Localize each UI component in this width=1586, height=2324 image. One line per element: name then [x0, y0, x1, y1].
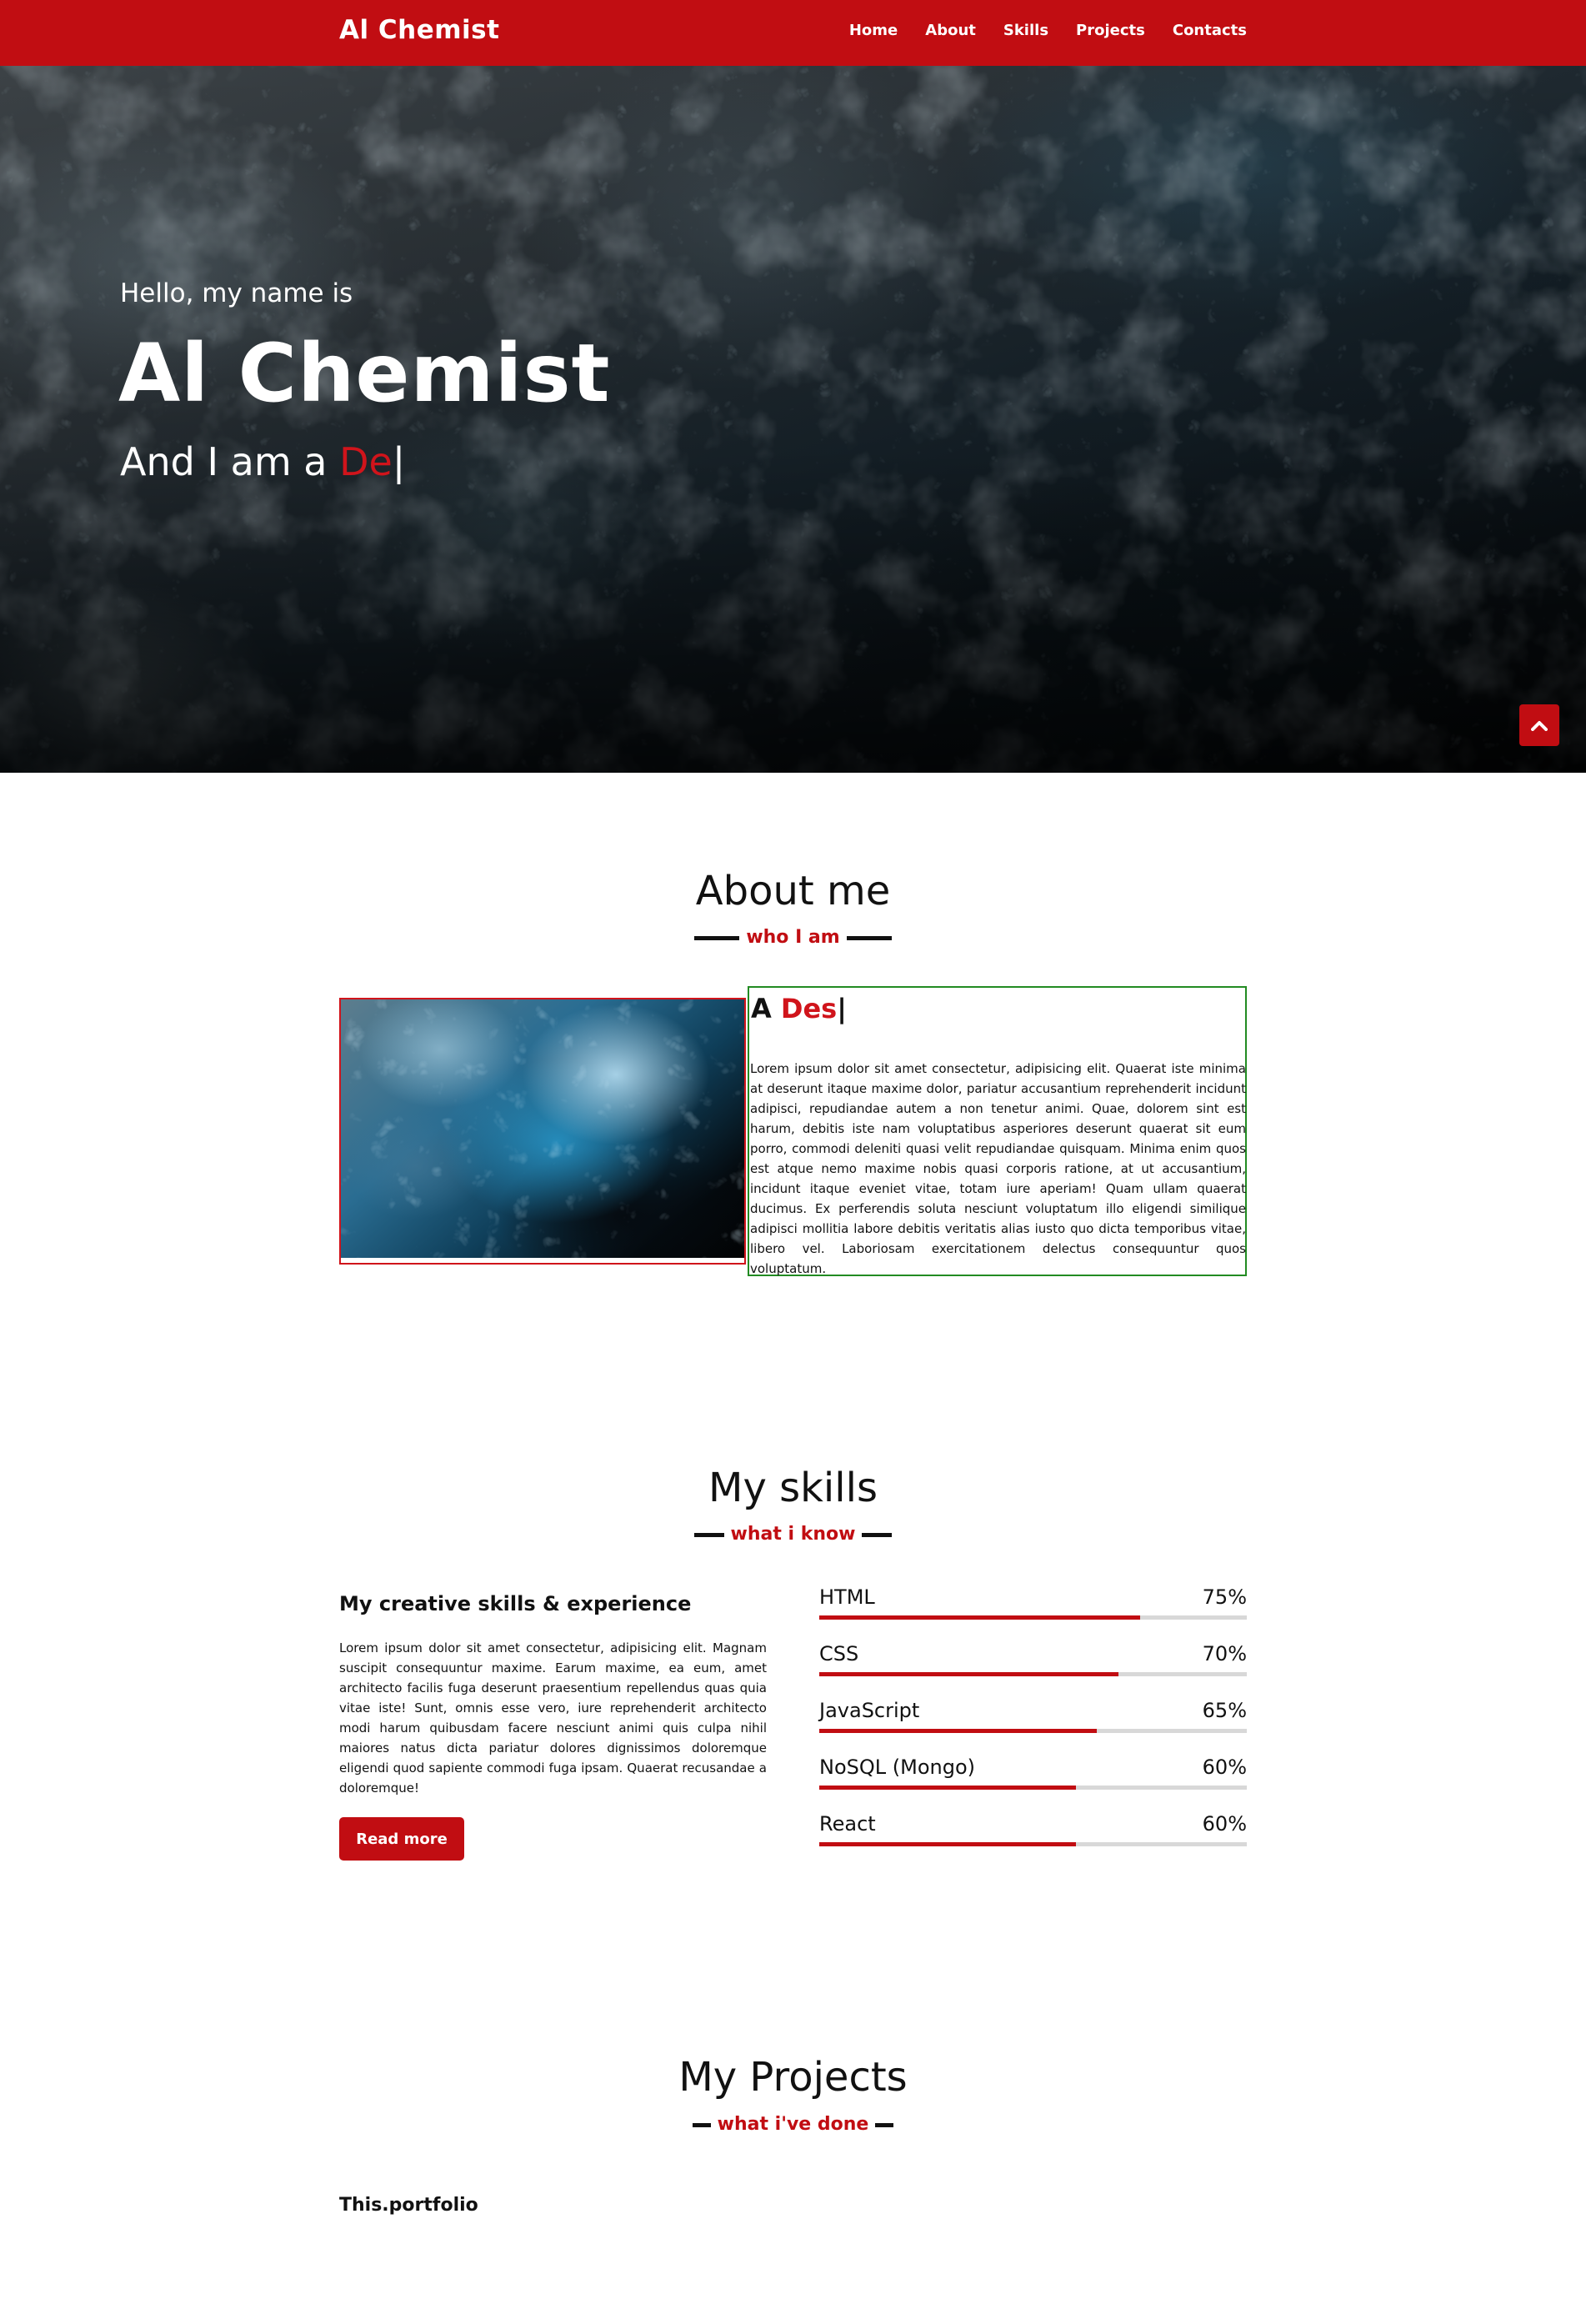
skills-subtitle: what i know: [0, 1524, 1586, 1545]
skill-percent: 60%: [1202, 1756, 1247, 1779]
skills-title: My skills: [708, 1465, 878, 1511]
read-more-button[interactable]: Read more: [339, 1817, 464, 1861]
about-paragraph: Lorem ipsum dolor sit amet consectetur, …: [750, 1061, 1246, 1276]
skill-fill: [819, 1842, 1076, 1846]
skill-track: [819, 1729, 1247, 1733]
project-item-title[interactable]: This.portfolio: [339, 2195, 478, 2216]
skill-fill: [819, 1672, 1119, 1676]
skill-percent: 65%: [1202, 1699, 1247, 1722]
typing-cursor: |: [392, 439, 406, 484]
skill-percent: 60%: [1202, 1812, 1247, 1836]
skill-name: CSS: [819, 1642, 859, 1665]
skill-fill: [819, 1615, 1140, 1620]
about-title: About me: [695, 868, 891, 914]
hero-greeting: Hello, my name is: [120, 278, 353, 308]
nav-item-contacts[interactable]: Contacts: [1173, 22, 1247, 39]
skill-track: [819, 1672, 1247, 1676]
divider-line: [846, 935, 892, 940]
about-heading-typed: Des: [780, 993, 838, 1024]
about-image: [339, 998, 746, 1265]
skill-fill: [819, 1786, 1076, 1790]
about-image-texture: [341, 999, 744, 1258]
skill-track: [819, 1786, 1247, 1790]
nav-item-projects[interactable]: Projects: [1076, 22, 1145, 39]
skill-percent: 70%: [1202, 1642, 1247, 1665]
projects-subtitle: what i've done: [0, 2114, 1586, 2135]
divider-line: [693, 1532, 724, 1537]
hero-role-prefix: And I am a: [120, 439, 340, 484]
divider-line: [862, 1532, 893, 1537]
nav-menu: Home About Skills Projects Contacts: [849, 22, 1247, 39]
skill-name: NoSQL (Mongo): [819, 1756, 976, 1779]
skills-subtitle-text: what i know: [730, 1524, 856, 1545]
hero-name: Al Chemist: [118, 327, 611, 420]
about-heading-prefix: A: [751, 993, 781, 1024]
divider-line: [875, 2122, 894, 2127]
divider-line: [692, 2122, 711, 2127]
skill-percent: 75%: [1202, 1585, 1247, 1609]
skill-name: React: [819, 1812, 876, 1836]
skills-left-title: My creative skills & experience: [339, 1592, 692, 1615]
scroll-top-button[interactable]: [1519, 704, 1559, 746]
about-subtitle-text: who I am: [746, 927, 840, 948]
skill-track: [819, 1615, 1247, 1620]
projects-title: My Projects: [678, 2054, 908, 2101]
skill-name: HTML: [819, 1585, 875, 1609]
hero-section: Hello, my name is Al Chemist And I am a …: [0, 66, 1586, 773]
divider-line: [694, 935, 740, 940]
skill-track: [819, 1842, 1247, 1846]
chevron-up-icon: [1531, 721, 1548, 731]
nav-item-about[interactable]: About: [925, 22, 976, 39]
about-heading: A Des|: [751, 993, 847, 1024]
projects-subtitle-text: what i've done: [717, 2114, 869, 2135]
typing-cursor: |: [837, 993, 847, 1024]
nav-item-home[interactable]: Home: [849, 22, 898, 39]
skills-paragraph: Lorem ipsum dolor sit amet consectetur, …: [339, 1640, 767, 1796]
hero-role-typed: De: [339, 439, 393, 484]
about-subtitle: who I am: [0, 927, 1586, 948]
about-text-box: A Des| Lorem ipsum dolor sit amet consec…: [748, 986, 1247, 1276]
navbar: Al Chemist Home About Skills Projects Co…: [0, 0, 1586, 66]
brand-logo[interactable]: Al Chemist: [339, 15, 499, 45]
nav-item-skills[interactable]: Skills: [1003, 22, 1048, 39]
hero-role: And I am a De|: [120, 439, 405, 484]
skill-fill: [819, 1729, 1098, 1733]
skill-name: JavaScript: [819, 1699, 920, 1722]
